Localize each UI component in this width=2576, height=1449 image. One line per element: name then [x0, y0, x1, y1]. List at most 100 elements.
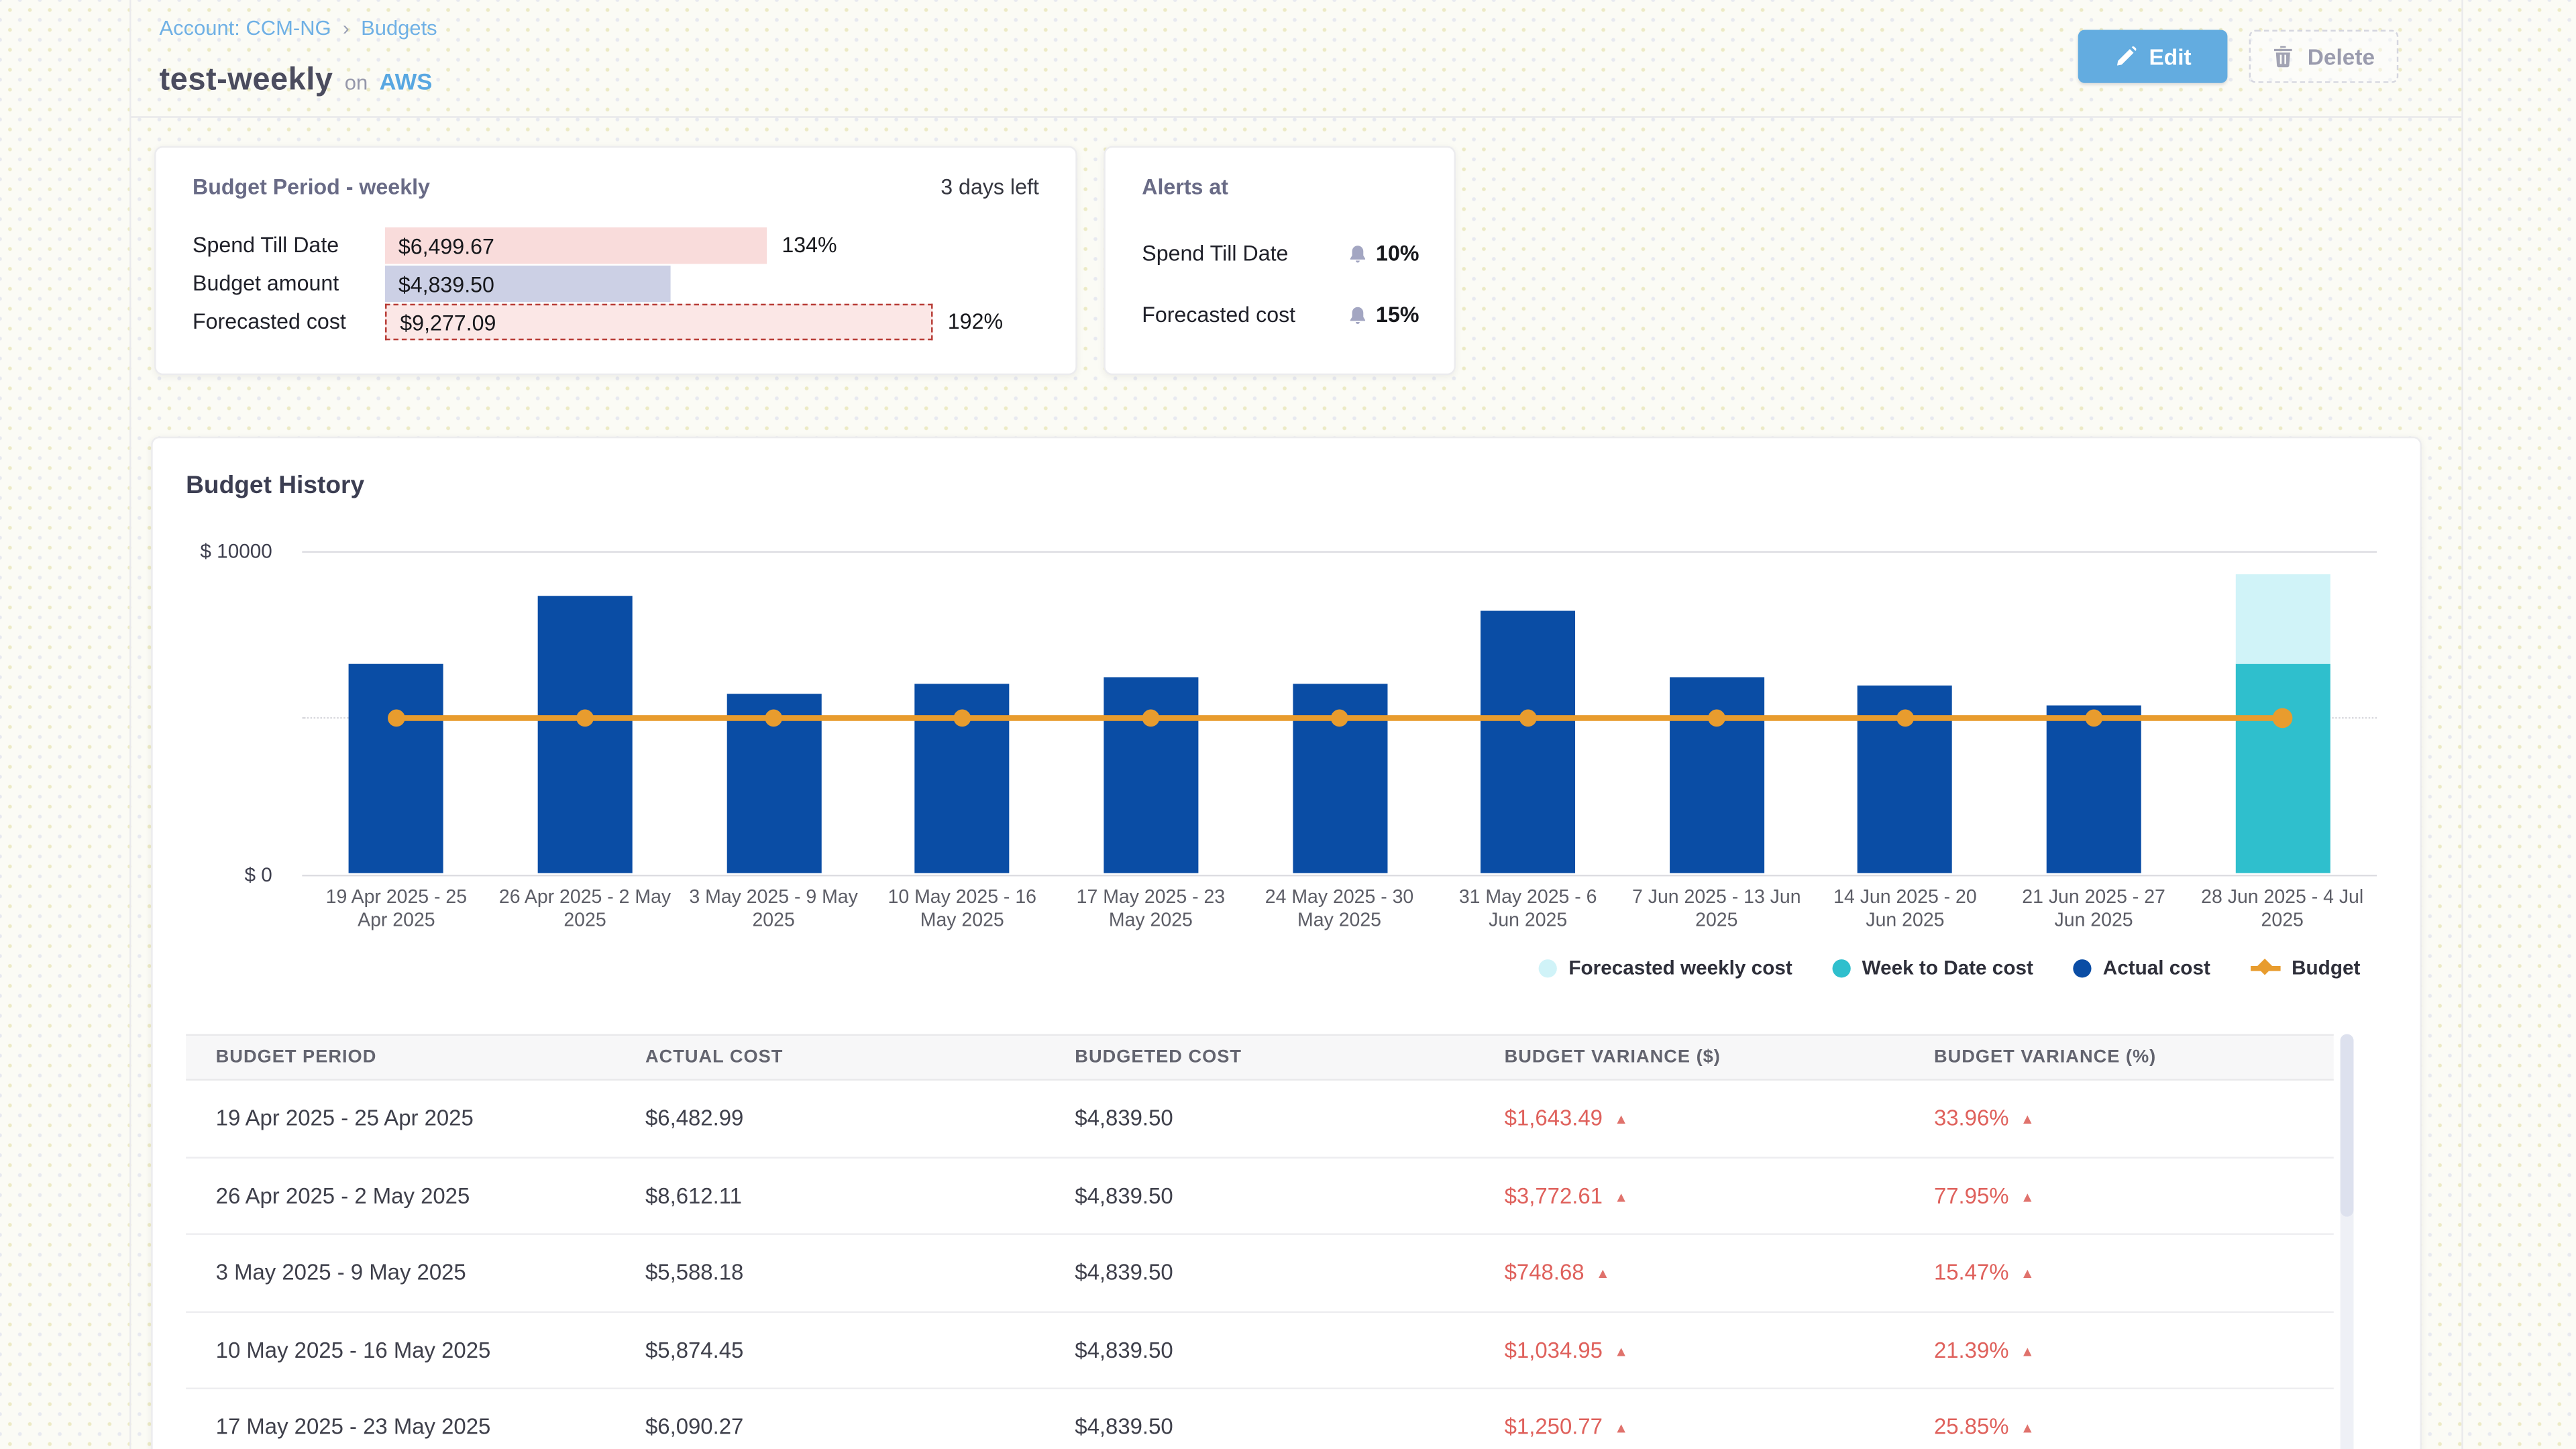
days-left-label: 3 days left: [941, 174, 1039, 199]
table-scrollbar-track[interactable]: [2341, 1034, 2354, 1449]
alert-threshold-value: 10%: [1376, 241, 1419, 268]
budget-period-row-label: Budget amount: [193, 266, 339, 302]
budget-period-bar-value: $9,277.09: [386, 309, 496, 334]
table-header-cell: BUDGET PERIOD: [186, 1047, 615, 1067]
budget-period-percent: 192%: [948, 304, 1003, 340]
legend-label: Week to Date cost: [1862, 956, 2033, 979]
cell-budget-variance-pct: 33.96%▲: [1904, 1106, 2333, 1130]
delete-button-label: Delete: [2308, 44, 2375, 69]
bell-icon: [1348, 243, 1368, 264]
budget-line-point: [1142, 708, 1160, 726]
x-axis-label: 21 Jun 2025 - 27 Jun 2025: [2000, 885, 2188, 934]
x-axis-label: 28 Jun 2025 - 4 Jul 2025: [2188, 885, 2377, 934]
budget-history-card: Budget History $ 10000$ 019 Apr 2025 - 2…: [151, 437, 2422, 1449]
table-header-cell: BUDGET VARIANCE (%): [1904, 1047, 2333, 1067]
cell-budget-variance-usd: $1,034.95▲: [1474, 1338, 1904, 1362]
cell-budget-variance-usd: $748.68▲: [1474, 1260, 1904, 1285]
budget-line-point: [1519, 708, 1537, 726]
y-axis-label-max: $ 10000: [172, 539, 272, 562]
alert-threshold: 10%: [1348, 241, 1419, 268]
cell-budgeted-cost: $4,839.50: [1045, 1338, 1474, 1362]
cell-budgeted-cost: $4,839.50: [1045, 1260, 1474, 1285]
budget-period-row-label: Spend Till Date: [193, 227, 339, 264]
legend-item-actual-cost[interactable]: Actual cost: [2073, 956, 2210, 979]
budget-history-chart: $ 10000 $ 0 19 Apr 2025 - 25 Apr 202526 Ap…: [153, 438, 2424, 1002]
table-header-cell: BUDGETED COST: [1045, 1047, 1474, 1067]
cell-budget-period: 3 May 2025 - 9 May 2025: [186, 1260, 615, 1285]
budget-period-bar-over: $6,499.67: [385, 227, 767, 264]
table-header-cell: BUDGET VARIANCE ($): [1474, 1047, 1904, 1067]
budget-history-table: BUDGET PERIODACTUAL COSTBUDGETED COSTBUD…: [186, 1034, 2334, 1449]
legend-item-budget[interactable]: Budget: [2250, 956, 2360, 979]
header-actions: Edit Delete: [2078, 30, 2399, 83]
legend-dot-icon: [2073, 959, 2091, 977]
content-column: Account: CCM-NG › Budgets test-weekly on…: [129, 0, 2463, 1449]
cell-actual-cost: $8,612.11: [615, 1183, 1044, 1208]
title-row: test-weekly on AWS: [160, 63, 433, 99]
title-platform: AWS: [379, 68, 432, 95]
table-row: 19 Apr 2025 - 25 Apr 2025$6,482.99$4,839…: [186, 1081, 2334, 1158]
legend-item-week-to-date-cost[interactable]: Week to Date cost: [1832, 956, 2033, 979]
cell-budget-variance-pct: 77.95%▲: [1904, 1183, 2333, 1208]
table-body: 19 Apr 2025 - 25 Apr 2025$6,482.99 $4,839…: [186, 1081, 2334, 1449]
variance-up-arrow-icon: ▲: [1614, 1342, 1628, 1359]
delete-button[interactable]: Delete: [2249, 30, 2399, 83]
breadcrumb-account-link[interactable]: Account: CCM-NG: [160, 17, 331, 40]
alert-row-label: Spend Till Date: [1142, 241, 1288, 268]
variance-up-arrow-icon: ▲: [2021, 1265, 2035, 1282]
budget-line-point: [765, 708, 782, 726]
cell-budget-variance-pct: 25.85%▲: [1904, 1415, 2333, 1440]
table-row: 10 May 2025 - 16 May 2025$5,874.45$4,839…: [186, 1312, 2334, 1389]
cell-budget-period: 19 Apr 2025 - 25 Apr 2025: [186, 1106, 615, 1130]
breadcrumb: Account: CCM-NG › Budgets: [160, 17, 437, 40]
alert-threshold: 15%: [1348, 302, 1419, 329]
budget-line-point: [954, 708, 971, 726]
x-axis-label: 19 Apr 2025 - 25 Apr 2025: [302, 885, 490, 934]
viewport: Account: CCM-NG › Budgets test-weekly on…: [0, 0, 2576, 1449]
trash-icon: [2273, 45, 2294, 68]
budget-period-card-title: Budget Period - weekly: [193, 174, 430, 199]
budget-line-point: [1331, 708, 1348, 726]
cell-budget-variance-usd: $3,772.61▲: [1474, 1183, 1904, 1208]
legend-budget-diamond-icon: [2257, 959, 2273, 975]
breadcrumb-separator-icon: ›: [343, 17, 350, 40]
budget-period-bar-value: $4,839.50: [385, 272, 494, 297]
cell-budget-period: 10 May 2025 - 16 May 2025: [186, 1338, 615, 1362]
legend-item-forecasted-weekly-cost[interactable]: Forecasted weekly cost: [1539, 956, 1792, 979]
table-header-row: BUDGET PERIODACTUAL COSTBUDGETED COSTBUD…: [186, 1034, 2334, 1080]
table-row: 17 May 2025 - 23 May 2025$6,090.27$4,839…: [186, 1389, 2334, 1449]
legend-label: Actual cost: [2103, 956, 2210, 979]
alerts-card: Alerts at Spend Till Date10%Forecasted c…: [1104, 146, 1456, 375]
variance-up-arrow-icon: ▲: [1614, 1111, 1628, 1128]
alert-threshold-value: 15%: [1376, 302, 1419, 329]
cell-budget-variance-usd: $1,250.77▲: [1474, 1415, 1904, 1440]
cell-budget-variance-usd: $1,643.49▲: [1474, 1106, 1904, 1130]
cell-actual-cost: $5,588.18: [615, 1260, 1044, 1285]
edit-button-label: Edit: [2149, 44, 2192, 69]
variance-up-arrow-icon: ▲: [2021, 1188, 2035, 1205]
table-scrollbar-thumb[interactable]: [2341, 1034, 2354, 1216]
bell-icon: [1348, 305, 1368, 326]
budget-period-bar-budget: $4,839.50: [385, 266, 671, 302]
edit-button[interactable]: Edit: [2078, 30, 2228, 83]
legend-dot-icon: [1832, 959, 1850, 977]
budget-detail-page: Account: CCM-NG › Budgets test-weekly on…: [0, 0, 2576, 1449]
legend-budget-marker-icon: [2250, 965, 2280, 970]
variance-up-arrow-icon: ▲: [2021, 1419, 2035, 1436]
budget-line-point: [1896, 708, 1914, 726]
cell-actual-cost: $5,874.45: [615, 1338, 1044, 1362]
table-row: 26 Apr 2025 - 2 May 2025$8,612.11$4,839.…: [186, 1158, 2334, 1235]
y-axis-label-zero: $ 0: [172, 862, 272, 885]
budget-line-point: [576, 708, 594, 726]
x-axis-label: 3 May 2025 - 9 May 2025: [680, 885, 868, 934]
cell-budget-period: 17 May 2025 - 23 May 2025: [186, 1415, 615, 1440]
cell-actual-cost: $6,482.99: [615, 1106, 1044, 1130]
cell-budget-variance-pct: 15.47%▲: [1904, 1260, 2333, 1285]
legend-label: Budget: [2292, 956, 2360, 979]
x-axis-label: 7 Jun 2025 - 13 Jun 2025: [1622, 885, 1811, 934]
alerts-card-title: Alerts at: [1142, 174, 1228, 199]
variance-up-arrow-icon: ▲: [1614, 1188, 1628, 1205]
x-axis-labels: 19 Apr 2025 - 25 Apr 202526 Apr 2025 - 2…: [302, 885, 2377, 934]
x-axis-label: 14 Jun 2025 - 20 Jun 2025: [1811, 885, 1999, 934]
breadcrumb-budgets-link[interactable]: Budgets: [361, 17, 437, 40]
